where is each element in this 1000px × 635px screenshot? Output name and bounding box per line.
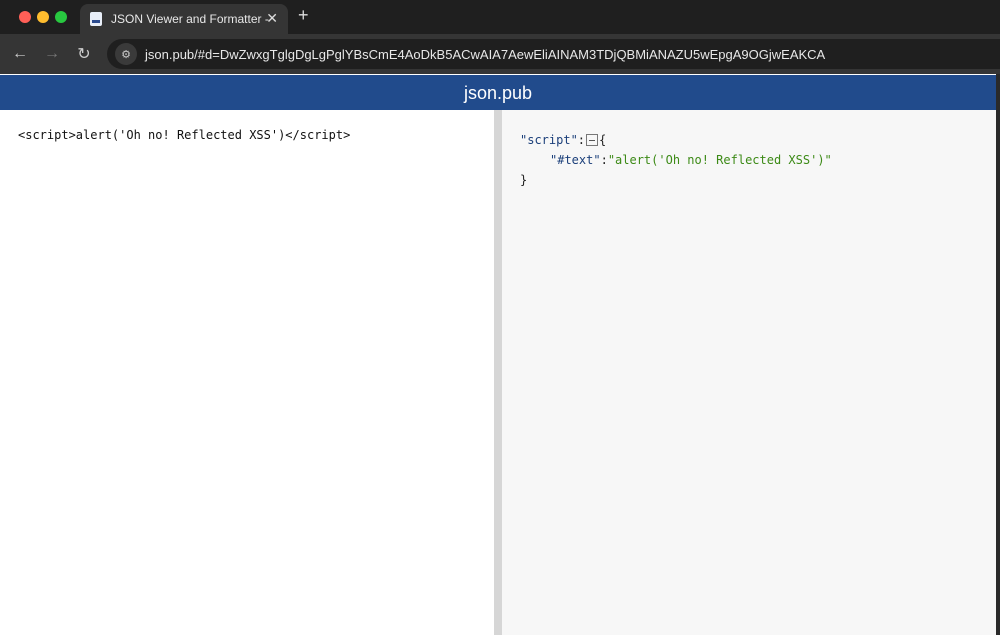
- collapse-toggle-icon[interactable]: [586, 134, 599, 146]
- back-icon[interactable]: ←: [4, 45, 36, 63]
- address-bar[interactable]: ⚙ json.pub/#d=DwZwxgTglgDgLgPglYBsCmE4Ao…: [107, 39, 1000, 69]
- tree-key: "#text": [550, 153, 601, 167]
- browser-toolbar: ← → ↻ ⚙ json.pub/#d=DwZwxgTglgDgLgPglYBs…: [0, 34, 1000, 74]
- tree-row: "script": {: [520, 130, 978, 150]
- tree-row: "#text":"alert('Oh no! Reflected XSS')": [520, 150, 978, 170]
- pane-splitter[interactable]: [494, 110, 502, 635]
- json-favicon-icon: [90, 12, 102, 26]
- site-header: json.pub: [0, 75, 996, 110]
- tree-row: }: [520, 170, 978, 190]
- colon: :: [577, 133, 586, 147]
- tab-title: JSON Viewer and Formatter -: [111, 12, 269, 26]
- window-edge: [996, 74, 1000, 635]
- minimize-window-button[interactable]: [37, 11, 49, 23]
- json-tree-view: "script":{ "#text":"alert('Oh no! Reflec…: [502, 110, 996, 635]
- tab-bar: JSON Viewer and Formatter - ✕ +: [0, 0, 1000, 34]
- url-text[interactable]: json.pub/#d=DwZwxgTglgDgLgPglYBsCmE4AoDk…: [145, 47, 825, 62]
- input-editor[interactable]: <script>alert('Oh no! Reflected XSS')</s…: [0, 110, 494, 635]
- reload-icon[interactable]: ↻: [68, 44, 100, 64]
- tree-key: "script": [520, 133, 578, 147]
- maximize-window-button[interactable]: [55, 11, 67, 23]
- colon: :: [600, 153, 608, 167]
- close-brace: }: [520, 173, 528, 187]
- tree-value: "alert('Oh no! Reflected XSS')": [607, 153, 832, 167]
- close-tab-icon[interactable]: ✕: [266, 10, 278, 27]
- open-brace: {: [599, 133, 607, 147]
- close-window-button[interactable]: [19, 11, 31, 23]
- new-tab-button[interactable]: +: [298, 5, 309, 26]
- input-text[interactable]: <script>alert('Oh no! Reflected XSS')</s…: [18, 128, 350, 142]
- forward-icon[interactable]: →: [36, 45, 68, 63]
- browser-tab[interactable]: JSON Viewer and Formatter - ✕: [80, 4, 288, 34]
- site-settings-icon[interactable]: ⚙: [115, 43, 137, 65]
